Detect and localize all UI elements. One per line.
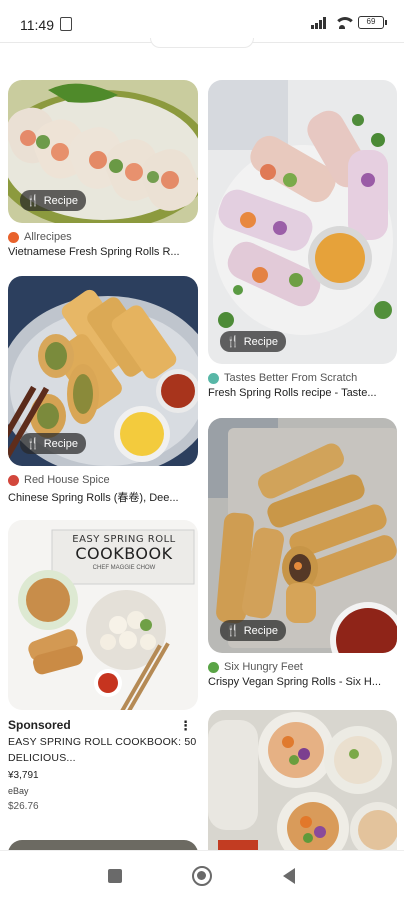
top-tab xyxy=(150,38,254,48)
pin-source[interactable]: Six Hungry Feet xyxy=(208,661,397,673)
ad-store[interactable]: eBay xyxy=(8,786,198,796)
more-options-icon[interactable]: ⋮ xyxy=(179,719,192,732)
ad-title[interactable]: EASY SPRING ROLL COOKBOOK: 50 DELICIOUS.… xyxy=(8,734,198,766)
recipe-badge: 🍴 Recipe xyxy=(220,620,286,641)
pin-card[interactable] xyxy=(208,710,397,850)
fork-knife-icon: 🍴 xyxy=(26,438,40,450)
cookbook-heading-2: COOKBOOK xyxy=(75,544,173,563)
home-button[interactable] xyxy=(192,866,212,886)
battery-icon: 69 xyxy=(358,16,387,29)
source-logo-icon xyxy=(208,661,219,673)
source-logo-icon xyxy=(8,474,19,486)
recipe-badge: 🍴 Recipe xyxy=(20,433,86,454)
system-navigation-bar xyxy=(0,850,404,900)
pin-card[interactable]: 🍴 Recipe Tastes Better From Scratch Fresh… xyxy=(208,80,397,399)
pin-image[interactable] xyxy=(8,840,198,850)
status-time: 11:49 xyxy=(20,17,54,33)
pin-source[interactable]: Red House Spice xyxy=(8,474,198,486)
pin-image[interactable]: 🍴 Recipe xyxy=(8,276,198,466)
pin-card[interactable]: 🍴 Recipe Six Hungry Feet Crispy Vegan Spr… xyxy=(208,418,397,688)
badge-label: Recipe xyxy=(43,194,78,207)
pin-card[interactable]: 🍴 Recipe Allrecipes Vietnamese Fresh Spri… xyxy=(8,80,198,258)
pin-card[interactable]: 🍴 Recipe Red House Spice Chinese Spring R… xyxy=(8,276,198,505)
cookbook-title-overlay: EASY SPRING ROLL COOKBOOK CHEF MAGGIE CH… xyxy=(56,534,192,571)
pin-image[interactable]: 🍴 Recipe xyxy=(208,418,397,653)
source-name: Six Hungry Feet xyxy=(224,661,303,673)
badge-label: Recipe xyxy=(43,437,78,450)
top-sheet-handle xyxy=(0,38,404,48)
signal-icon xyxy=(311,16,326,29)
status-bar: 11:49 69 xyxy=(0,0,404,38)
pin-image[interactable] xyxy=(208,710,397,850)
pin-card-partial[interactable] xyxy=(8,840,198,850)
ad-price: ¥3,791 xyxy=(8,770,39,781)
wifi-icon xyxy=(334,16,356,29)
fresh-rolls-image xyxy=(208,80,397,364)
pin-feed[interactable]: 🍴 Recipe Allrecipes Vietnamese Fresh Spri… xyxy=(0,68,404,850)
source-name: Red House Spice xyxy=(24,474,110,486)
battery-level: 69 xyxy=(366,17,376,26)
pin-source[interactable]: Allrecipes xyxy=(8,231,198,243)
pin-image[interactable]: 🍴 Recipe xyxy=(8,80,198,223)
sponsored-label: Sponsored xyxy=(8,718,71,732)
pin-title[interactable]: Vietnamese Fresh Spring Rolls R... xyxy=(8,246,198,258)
fork-knife-icon: 🍴 xyxy=(26,195,40,207)
fresh-rolls-closeup-image xyxy=(208,710,397,850)
ad-image[interactable]: EASY SPRING ROLL COOKBOOK CHEF MAGGIE CH… xyxy=(8,520,198,710)
ad-card[interactable]: EASY SPRING ROLL COOKBOOK CHEF MAGGIE CH… xyxy=(8,520,198,812)
pin-source[interactable]: Tastes Better From Scratch xyxy=(208,372,397,384)
crispy-rolls-image xyxy=(208,418,397,653)
back-button[interactable] xyxy=(283,868,295,884)
source-logo-icon xyxy=(208,372,219,384)
cookbook-author: CHEF MAGGIE CHOW xyxy=(92,565,156,571)
fork-knife-icon: 🍴 xyxy=(226,625,240,637)
notification-icon xyxy=(60,17,72,31)
badge-label: Recipe xyxy=(243,624,278,637)
pin-title[interactable]: Crispy Vegan Spring Rolls - Six H... xyxy=(208,676,397,688)
source-logo-icon xyxy=(8,231,19,243)
pin-title[interactable]: Fresh Spring Rolls recipe - Taste... xyxy=(208,387,397,399)
recipe-badge: 🍴 Recipe xyxy=(220,331,286,352)
status-icons: 69 xyxy=(311,16,387,29)
recipe-badge: 🍴 Recipe xyxy=(20,190,86,211)
recents-button[interactable] xyxy=(108,869,122,883)
pin-title[interactable]: Chinese Spring Rolls (春卷), Dee... xyxy=(8,489,198,505)
ad-original-price: $26.76 xyxy=(8,801,39,812)
source-name: Allrecipes xyxy=(24,231,72,243)
badge-label: Recipe xyxy=(243,335,278,348)
pin-image[interactable]: 🍴 Recipe xyxy=(208,80,397,364)
source-name: Tastes Better From Scratch xyxy=(224,372,358,384)
fork-knife-icon: 🍴 xyxy=(226,336,240,348)
